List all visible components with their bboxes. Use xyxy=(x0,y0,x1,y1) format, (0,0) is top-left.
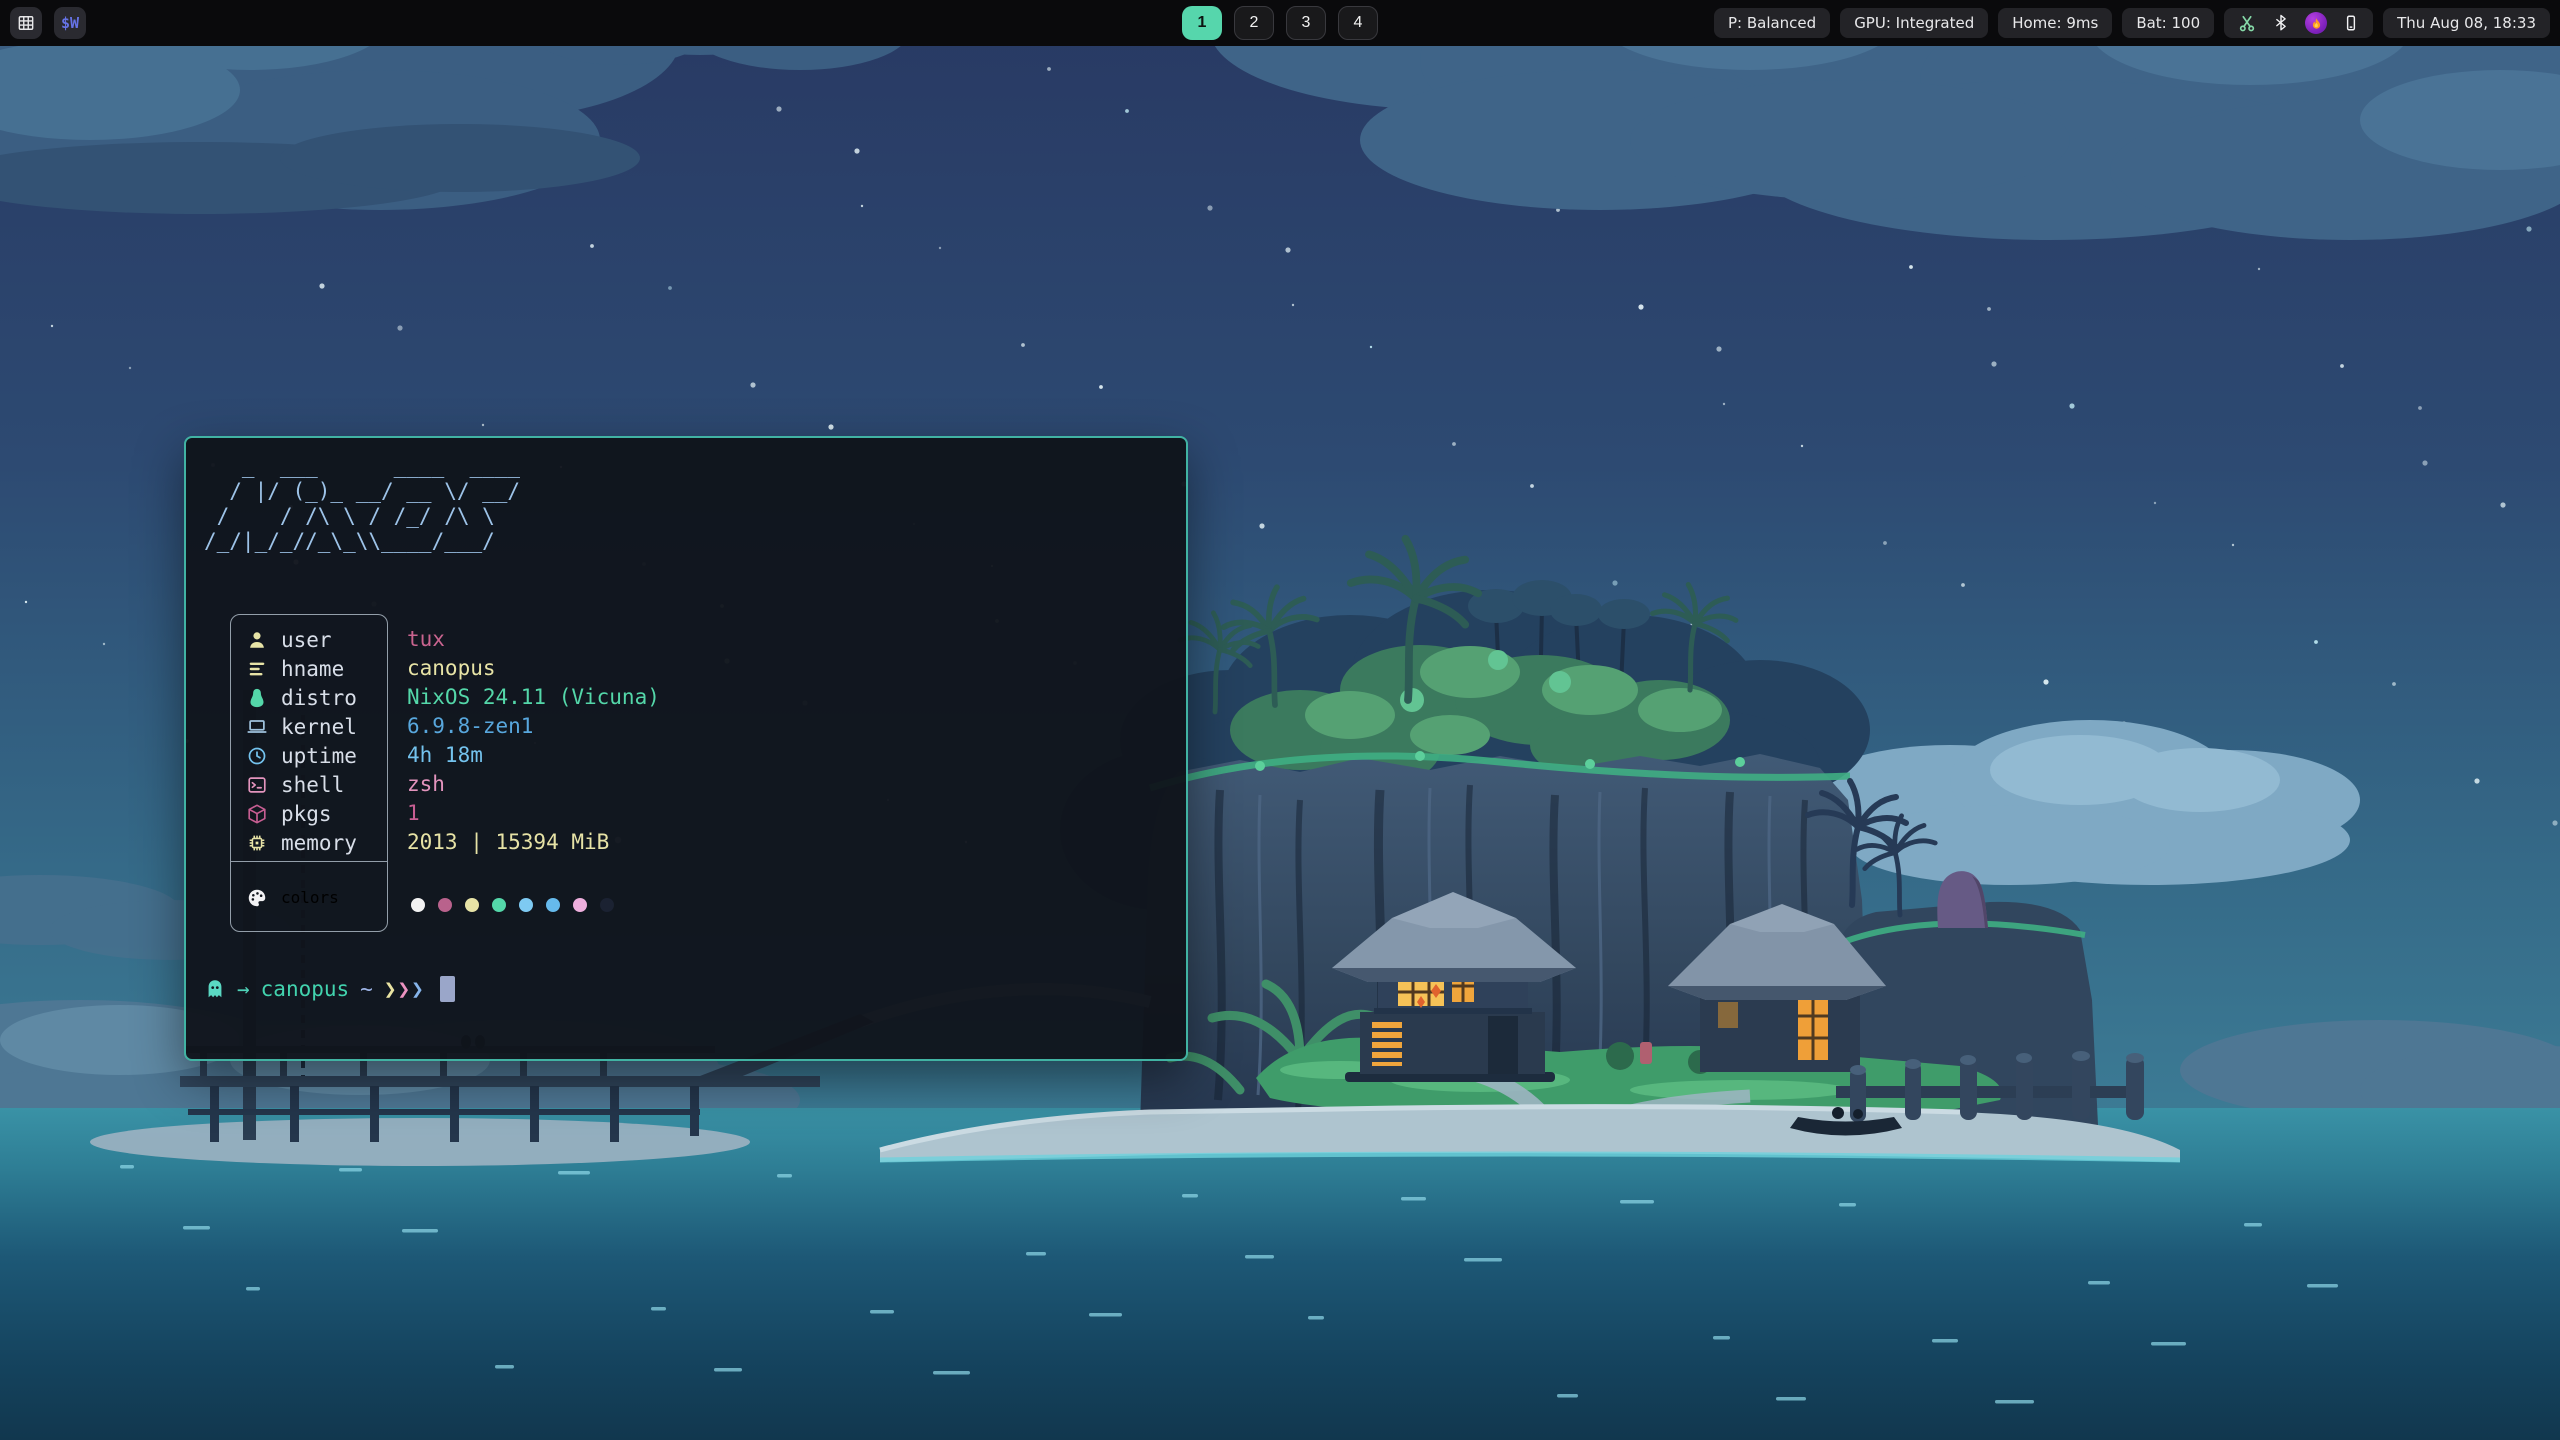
info-value-hname: canopus xyxy=(407,653,660,682)
latency-pill[interactable]: Home: 9ms xyxy=(1998,8,2112,38)
clock-label: Thu Aug 08, 18:33 xyxy=(2397,14,2536,32)
terminal-window[interactable]: _ ___ ____ ____ / |/ (_)_ __/ __ \/ __/ … xyxy=(184,436,1188,1061)
penguin-icon xyxy=(246,687,268,709)
info-label-distro: distro xyxy=(231,683,387,712)
prompt-chevron: ❯ xyxy=(411,977,425,1001)
palette-dot xyxy=(438,898,452,912)
palette-dot xyxy=(465,898,479,912)
laptop-icon xyxy=(246,716,268,738)
palette-dot xyxy=(573,898,587,912)
info-label-pkgs: pkgs xyxy=(231,799,387,828)
flame-icon[interactable] xyxy=(2305,12,2327,34)
cursor-block xyxy=(440,976,455,1002)
workspace-switcher: 1234 xyxy=(1182,6,1378,40)
shell-icon xyxy=(246,774,268,796)
workspace-1[interactable]: 1 xyxy=(1182,6,1222,40)
shell-prompt[interactable]: → canopus ~ ❯❯❯ xyxy=(204,976,455,1002)
bar-right: P: Balanced GPU: Integrated Home: 9ms Ba… xyxy=(1714,8,2550,38)
prompt-chevron: ❯ xyxy=(397,977,411,1001)
phone-icon[interactable] xyxy=(2342,13,2360,33)
palette-dot xyxy=(411,898,425,912)
clock-icon xyxy=(246,745,268,767)
gpu-label: GPU: Integrated xyxy=(1854,14,1974,32)
ghost-icon xyxy=(204,977,226,1001)
ascii-logo: _ ___ ____ ____ / |/ (_)_ __/ __ \/ __/ … xyxy=(204,454,520,554)
app-grid-icon xyxy=(16,13,36,33)
prompt-path: ~ xyxy=(360,977,373,1001)
info-label-kernel: kernel xyxy=(231,712,387,741)
info-label-hname: hname xyxy=(231,654,387,683)
info-label-user: user xyxy=(231,625,387,654)
hostname-icon xyxy=(246,658,268,680)
info-value-uptime: 4h 18m xyxy=(407,740,660,769)
info-value-memory: 2013 | 15394 MiB xyxy=(407,827,660,856)
battery-label: Bat: 100 xyxy=(2136,14,2200,32)
palette-dot xyxy=(492,898,506,912)
workspace-4[interactable]: 4 xyxy=(1338,6,1378,40)
battery-pill[interactable]: Bat: 100 xyxy=(2122,8,2214,38)
colors-label: colors xyxy=(281,888,339,907)
palette-dots xyxy=(411,890,614,919)
workspace-3[interactable]: 3 xyxy=(1286,6,1326,40)
workspace-2[interactable]: 2 xyxy=(1234,6,1274,40)
user-icon xyxy=(246,629,268,651)
palette-dot xyxy=(519,898,533,912)
desktop: { "colors": { "accent_teal": "#56d6ac", … xyxy=(0,0,2560,1440)
colors-row: colors xyxy=(231,862,387,933)
info-value-pkgs: 1 xyxy=(407,798,660,827)
gpu-pill[interactable]: GPU: Integrated xyxy=(1840,8,1988,38)
bluetooth-icon[interactable] xyxy=(2272,13,2290,33)
info-value-user: tux xyxy=(407,624,660,653)
package-icon xyxy=(246,803,268,825)
info-value-distro: NixOS 24.11 (Vicuna) xyxy=(407,682,660,711)
info-value-shell: zsh xyxy=(407,769,660,798)
power-profile-pill[interactable]: P: Balanced xyxy=(1714,8,1830,38)
top-bar: $W 1234 P: Balanced GPU: Integrated Home… xyxy=(0,0,2560,46)
scissors-icon[interactable] xyxy=(2237,13,2257,33)
logo-button[interactable]: $W xyxy=(54,7,86,39)
app-launcher-button[interactable] xyxy=(10,7,42,39)
prompt-chevron: ❯ xyxy=(384,977,398,1001)
power-profile-label: P: Balanced xyxy=(1728,14,1816,32)
prompt-chevrons: ❯❯❯ xyxy=(384,977,425,1001)
palette-dot xyxy=(600,898,614,912)
fetch-value-rows: tuxcanopusNixOS 24.11 (Vicuna)6.9.8-zen1… xyxy=(407,624,660,856)
logo-text: $W xyxy=(61,14,79,32)
system-tray xyxy=(2224,8,2373,38)
prompt-arrow: → xyxy=(237,977,250,1001)
latency-label: Home: 9ms xyxy=(2012,14,2098,32)
bar-left: $W xyxy=(10,7,86,39)
palette-dot xyxy=(546,898,560,912)
info-label-memory: memory xyxy=(231,828,387,857)
clock-pill[interactable]: Thu Aug 08, 18:33 xyxy=(2383,8,2550,38)
fetch-label-rows: userhnamedistrokerneluptimeshellpkgsmemo… xyxy=(231,625,387,857)
chip-icon xyxy=(246,832,268,854)
info-label-shell: shell xyxy=(231,770,387,799)
info-value-kernel: 6.9.8-zen1 xyxy=(407,711,660,740)
info-label-uptime: uptime xyxy=(231,741,387,770)
palette-icon xyxy=(246,887,268,909)
prompt-host: canopus xyxy=(261,977,350,1001)
fetch-labels-box: userhnamedistrokerneluptimeshellpkgsmemo… xyxy=(230,614,388,932)
